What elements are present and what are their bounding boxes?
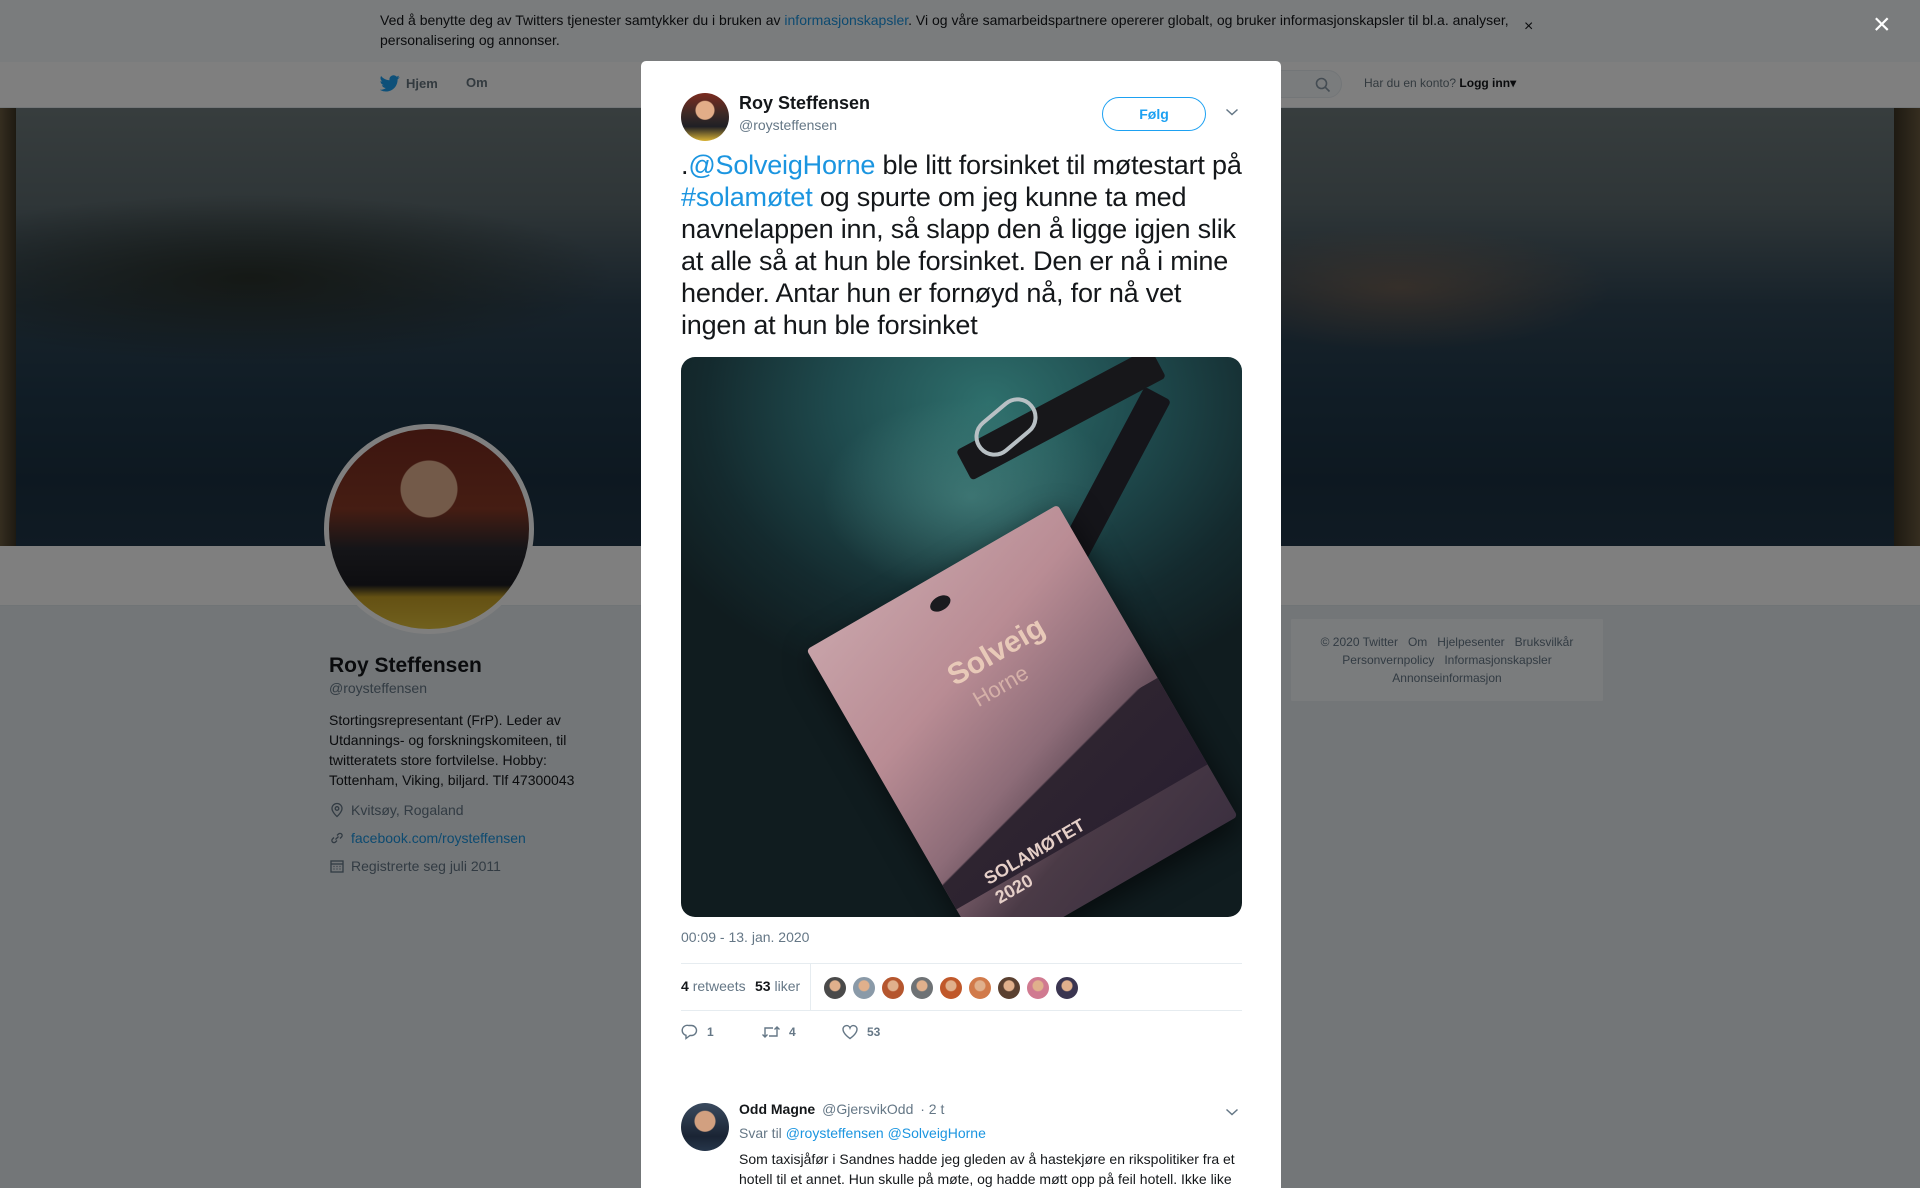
liker-avatar[interactable] xyxy=(852,976,876,1000)
chevron-down-icon[interactable] xyxy=(1225,1107,1239,1117)
reply-time[interactable]: · 2 t xyxy=(920,1101,944,1117)
like-button[interactable]: 53 xyxy=(841,1023,880,1041)
reply-author-avatar[interactable] xyxy=(681,1103,729,1151)
likes-stat[interactable]: 53 liker xyxy=(755,978,800,994)
liker-avatar[interactable] xyxy=(881,976,905,1000)
stats-divider xyxy=(810,964,811,1011)
liker-avatar[interactable] xyxy=(997,976,1021,1000)
tweet-author-avatar[interactable] xyxy=(681,93,729,141)
retweet-icon xyxy=(762,1026,780,1038)
reply-text: Som taxisjåfør i Sandnes hadde jeg glede… xyxy=(739,1151,1235,1187)
close-modal-button[interactable]: × xyxy=(1873,10,1891,40)
reply-header: Odd Magne @GjersvikOdd · 2 t xyxy=(739,1101,944,1117)
tweet-actions: 1 4 53 xyxy=(681,1023,1242,1053)
liker-avatar[interactable] xyxy=(1026,976,1050,1000)
tweet-photo[interactable]: Solveig Horne SOLAMØTET 2020 xyxy=(681,357,1242,917)
reply-icon xyxy=(681,1024,698,1040)
tweet-timestamp[interactable]: 00:09 - 13. jan. 2020 xyxy=(681,929,809,945)
reply-button[interactable]: 1 xyxy=(681,1023,714,1041)
follow-button[interactable]: Følg xyxy=(1102,97,1206,131)
tweet-text: .@SolveigHorne ble litt forsinket til mø… xyxy=(681,150,1242,340)
tweet-author-handle[interactable]: @roysteffensen xyxy=(739,117,837,133)
badge-hole xyxy=(927,591,954,616)
tweet-stats: 4 retweets 53 liker xyxy=(681,963,1242,1011)
retweet-button[interactable]: 4 xyxy=(761,1023,796,1041)
reply-mention-link[interactable]: @SolveigHorne xyxy=(888,1125,986,1141)
reply-author-handle[interactable]: @GjersvikOdd xyxy=(822,1101,913,1117)
liker-avatar[interactable] xyxy=(910,976,934,1000)
reply-mention-link[interactable]: @roysteffensen xyxy=(786,1125,884,1141)
reply-author-name[interactable]: Odd Magne xyxy=(739,1101,815,1117)
mention-link[interactable]: @SolveigHorne xyxy=(688,150,875,180)
tweet-author-name[interactable]: Roy Steffensen xyxy=(739,93,870,114)
replying-to: Svar til @roysteffensen @SolveigHorne xyxy=(739,1125,986,1141)
tweet-modal: Roy Steffensen @roysteffensen Følg .@Sol… xyxy=(641,61,1281,1188)
retweets-stat[interactable]: 4 retweets xyxy=(681,978,746,994)
heart-icon xyxy=(842,1024,858,1040)
hashtag-link[interactable]: #solamøtet xyxy=(681,182,813,212)
liker-avatar[interactable] xyxy=(823,976,847,1000)
liker-avatar[interactable] xyxy=(1055,976,1079,1000)
chevron-down-icon[interactable] xyxy=(1225,107,1239,117)
liker-avatar[interactable] xyxy=(939,976,963,1000)
liker-avatar[interactable] xyxy=(968,976,992,1000)
